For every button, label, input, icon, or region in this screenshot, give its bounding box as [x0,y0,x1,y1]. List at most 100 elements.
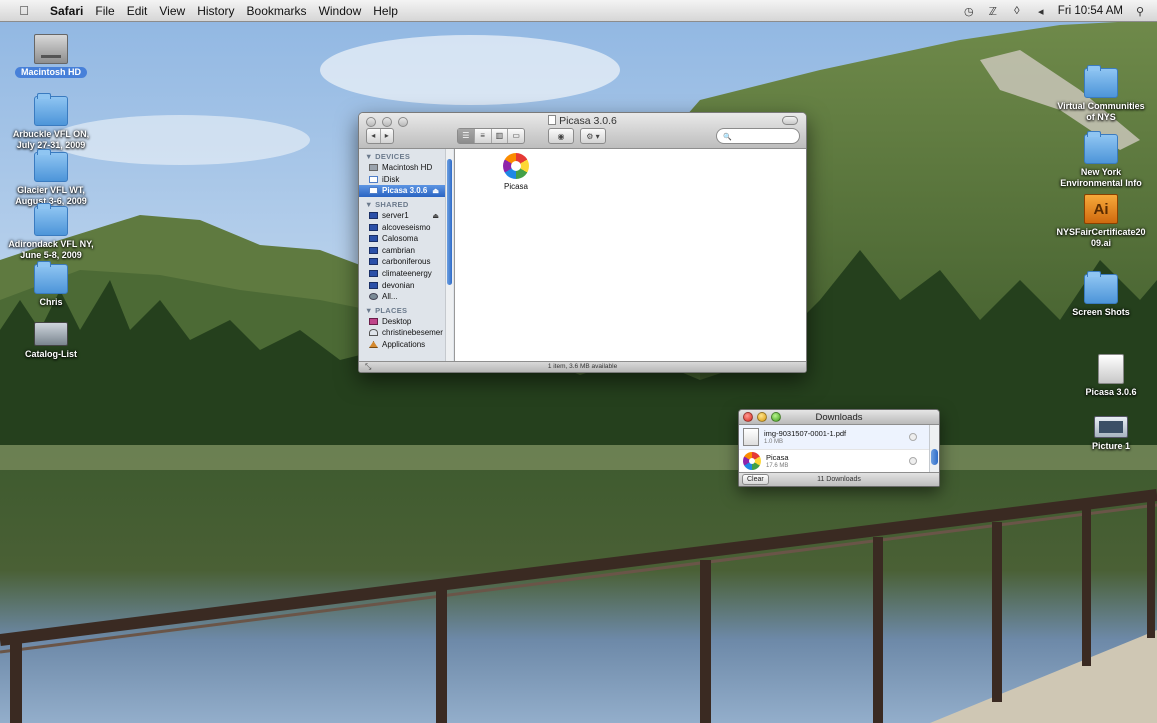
picasa-app-icon [503,153,529,179]
menu-app-safari[interactable]: Safari [44,4,89,18]
sidebar-heading-devices[interactable]: ▼ DEVICES [359,149,454,162]
sidebar-item-desktop[interactable]: Desktop [359,316,445,328]
desktop-item-folder[interactable]: Adirondack VFL NY, June 5-8, 2009 [3,203,99,261]
time-machine-icon[interactable]: ◷ [962,4,976,18]
finder-titlebar[interactable]: Picasa 3.0.6 ◂ ▸ ☰ ≡ ▥ ▭ ◉ ⚙ ▾ 🔍 [359,113,806,149]
desktop-item-folder[interactable]: New York Environmental Info [1053,131,1149,189]
folder-icon [34,93,68,126]
window-title: Picasa 3.0.6 [359,115,806,127]
sidebar-item-label: All... [382,292,398,302]
search-icon: 🔍 [723,134,732,141]
applications-icon [369,341,378,349]
downloads-bottom-bar: Clear 11 Downloads [739,472,939,486]
sidebar-item-idisk[interactable]: iDisk [359,174,445,186]
sidebar-heading-places[interactable]: ▼ PLACES [359,303,454,316]
download-item[interactable]: img-9031507-0001-1.pdf 1.0 MB [739,425,929,450]
sidebar-item-home[interactable]: christinebesemer [359,327,445,339]
download-info: Picasa 17.6 MB [766,453,789,469]
sidebar-heading-shared[interactable]: ▼ SHARED [359,197,454,210]
icon-view-button[interactable]: ☰ [458,129,475,143]
desktop-item-label: NYSFairCertificate2009.ai [1056,227,1146,248]
search-field[interactable]: 🔍 [716,128,800,144]
desktop-item-folder[interactable]: Glacier VFL WT, August 3-6, 2009 [3,149,99,207]
sidebar-item-server1[interactable]: server1 ⏏ [359,210,445,222]
menu-history[interactable]: History [191,4,240,18]
quicklook-button[interactable]: ◉ [548,128,574,144]
forward-button[interactable]: ▸ [381,129,394,143]
download-item[interactable]: Picasa 17.6 MB [739,450,929,474]
toolbar-toggle-button[interactable] [782,116,798,125]
desktop-item-disk-image[interactable]: Picasa 3.0.6 [1063,354,1157,398]
home-icon [369,329,378,337]
sidebar-item-carboniferous[interactable]: carboniferous [359,256,445,268]
desktop-item-document[interactable]: Catalog-List [3,322,99,360]
desktop-item-illustrator-file[interactable]: Ai NYSFairCertificate2009.ai [1053,194,1149,249]
sidebar-item-cambrian[interactable]: cambrian [359,245,445,257]
desktop-item-folder[interactable]: Screen Shots [1053,271,1149,318]
download-size: 1.0 MB [764,438,784,445]
desktop-item-picture[interactable]: Picture 1 [1063,416,1157,452]
sidebar-item-all[interactable]: All... [359,291,445,303]
finder-sidebar: ▼ DEVICES Macintosh HD iDisk Picasa 3.0.… [359,149,455,361]
back-button[interactable]: ◂ [367,129,381,143]
volume-icon[interactable]: ◂ [1034,4,1048,18]
sidebar-item-macintosh-hd[interactable]: Macintosh HD [359,162,445,174]
desktop-item-label: Macintosh HD [14,67,87,78]
pdf-file-icon [743,427,759,446]
scrollbar-thumb[interactable] [447,159,452,285]
menu-view[interactable]: View [153,4,191,18]
file-item-picasa[interactable]: Picasa [493,153,539,191]
desktop-item-macintosh-hd[interactable]: Macintosh HD [3,34,99,78]
apple-icon[interactable]:  [16,3,32,18]
sidebar-resize-icon[interactable]: ⤡ [365,362,371,372]
scrollbar-thumb[interactable] [931,449,938,465]
sidebar-item-climateenergy[interactable]: climateenergy [359,268,445,280]
downloads-titlebar[interactable]: Downloads [739,410,939,425]
sidebar-item-picasa-volume[interactable]: Picasa 3.0.6 ⏏ [359,185,445,197]
menu-edit[interactable]: Edit [121,4,154,18]
menu-clock[interactable]: Fri 10:54 AM [1058,5,1123,17]
column-view-button[interactable]: ▥ [492,129,509,143]
desktop-item-label: Virtual Communities of NYS [1057,101,1145,122]
picasa-app-icon [743,452,761,471]
spotlight-icon[interactable]: ⚲ [1133,4,1147,18]
sidebar-item-label: devonian [382,280,415,290]
folder-icon [1084,65,1118,98]
desktop-item-label: Arbuckle VFL ON, July 27-31, 2009 [12,129,90,150]
desktop-item-label: Picture 1 [1091,441,1131,451]
sidebar-item-devonian[interactable]: devonian [359,279,445,291]
menu-extras: ◷ ℤ ◊ ◂ Fri 10:54 AM ⚲ [962,0,1147,22]
bluetooth-icon[interactable]: ℤ [986,4,1000,18]
reveal-in-finder-icon[interactable] [909,432,917,441]
reveal-in-finder-icon[interactable] [909,457,917,466]
downloads-scrollbar[interactable] [929,425,939,474]
window-title-text: Picasa 3.0.6 [559,115,617,127]
eject-icon[interactable]: ⏏ [432,187,439,195]
action-menu-button[interactable]: ⚙ ▾ [580,128,606,144]
computer-icon [369,270,378,278]
sidebar-item-alcoveseismo[interactable]: alcoveseismo [359,221,445,233]
desktop-item-label: Picasa 3.0.6 [1085,387,1137,397]
desktop-item-folder[interactable]: Chris [3,261,99,308]
desktop-item-label: New York Environmental Info [1060,167,1142,188]
finder-content[interactable]: Picasa [455,149,806,361]
server-icon [369,212,378,220]
list-view-button[interactable]: ≡ [475,129,492,143]
sidebar-item-label: Applications [382,340,426,350]
eject-icon[interactable]: ⏏ [432,212,439,220]
menu-bookmarks[interactable]: Bookmarks [241,4,313,18]
sidebar-item-applications[interactable]: Applications [359,339,445,351]
desktop-item-folder[interactable]: Virtual Communities of NYS [1053,65,1149,123]
menu-help[interactable]: Help [367,4,404,18]
desktop-item-folder[interactable]: Arbuckle VFL ON, July 27-31, 2009 [3,93,99,151]
menu-window[interactable]: Window [313,4,368,18]
sidebar-scrollbar[interactable] [445,149,453,361]
document-icon [34,322,68,346]
computer-icon [369,246,378,254]
coverflow-view-button[interactable]: ▭ [508,129,524,143]
downloads-window: Downloads img-9031507-0001-1.pdf 1.0 MB … [738,409,940,487]
wifi-icon[interactable]: ◊ [1010,4,1024,18]
illustrator-file-icon: Ai [1084,194,1118,224]
menu-file[interactable]: File [89,4,120,18]
sidebar-item-calosoma[interactable]: Calosoma [359,233,445,245]
